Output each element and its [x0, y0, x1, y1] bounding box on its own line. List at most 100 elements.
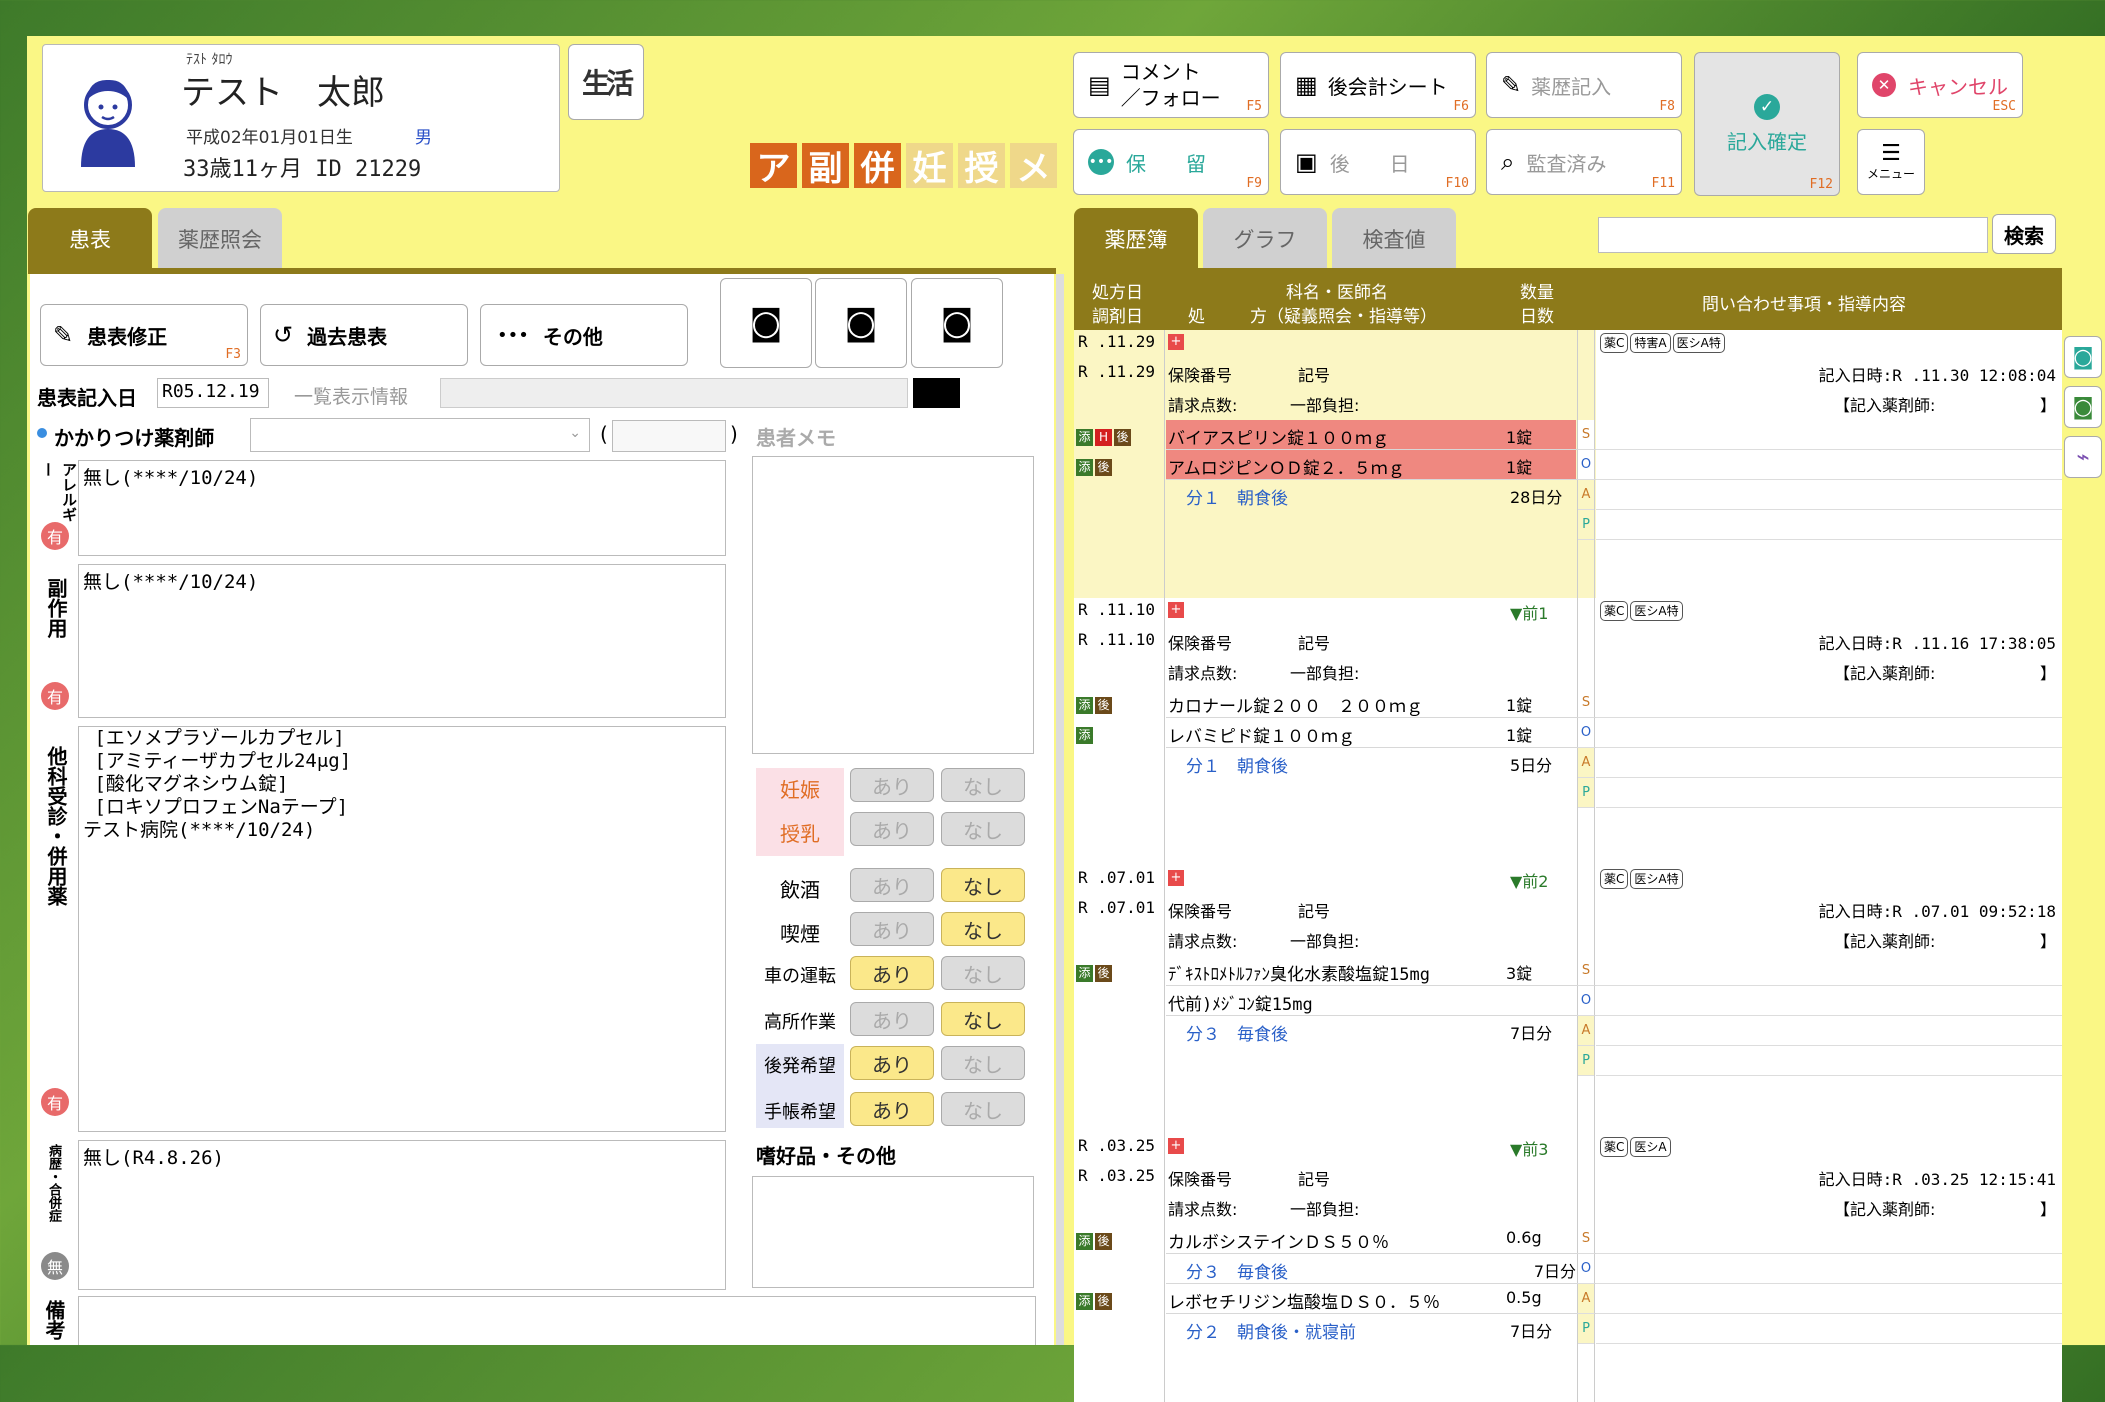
soap-label-p[interactable]: P — [1578, 1314, 1594, 1344]
soap-label-p[interactable]: P — [1578, 510, 1594, 540]
pregnancy-yes[interactable]: あり — [850, 768, 934, 802]
side-effect-flag-badge[interactable]: 有 — [41, 682, 69, 710]
drug-name[interactable]: カルボシステインＤＳ５０％ — [1168, 1228, 1389, 1253]
height-work-yes[interactable]: あり — [850, 1002, 934, 1036]
notebook-wish-no[interactable]: なし — [941, 1092, 1025, 1126]
drug-name[interactable]: 代前)ﾒｼﾞｺﾝ錠15mg — [1168, 990, 1313, 1015]
record-date-field[interactable]: R05.12.19 — [157, 378, 269, 408]
pharmacist-sub-field[interactable] — [612, 420, 726, 452]
cancel-button[interactable]: ✕ キャンセル ESC — [1857, 52, 2023, 118]
flag-side-effect[interactable]: 副 — [802, 143, 849, 189]
plus-icon[interactable]: + — [1168, 1138, 1184, 1154]
history-entry-button[interactable]: ✎ 薬歴記入 F8 — [1486, 52, 1682, 118]
audited-button[interactable]: ⌕ 監査済み F11 — [1486, 129, 1682, 195]
soap-label-o[interactable]: O — [1578, 450, 1594, 480]
note-badge[interactable]: 特害A — [1630, 333, 1671, 353]
note-badge[interactable]: 薬C — [1600, 333, 1629, 353]
history-flag-badge[interactable]: 無 — [41, 1252, 69, 1280]
history-text[interactable]: 無し(R4.8.26) — [78, 1140, 726, 1290]
menu-button[interactable]: ☰ メニュー — [1857, 129, 1925, 195]
note-badge[interactable]: 薬C — [1600, 869, 1629, 889]
concomitant-flag-badge[interactable]: 有 — [41, 1088, 69, 1116]
tab-medication-history[interactable]: 薬歴簿 — [1074, 208, 1198, 270]
drug-name[interactable]: レボセチリジン塩酸塩ＤＳ０．５％ — [1168, 1288, 1440, 1313]
flag-lactation[interactable]: 授 — [958, 143, 1005, 189]
camera-button-2[interactable]: ◙ — [815, 278, 907, 368]
driving-yes[interactable]: あり — [850, 956, 934, 990]
generic-wish-no[interactable]: なし — [941, 1046, 1025, 1080]
soap-label-s[interactable]: S — [1578, 688, 1594, 718]
smoking-yes[interactable]: あり — [850, 912, 934, 946]
soap-label-p[interactable]: P — [1578, 1046, 1594, 1076]
ledger-sheet-button[interactable]: ▦ 後会計シート F6 — [1280, 52, 1476, 118]
record-block[interactable]: R .07.01 R .07.01 + ▼前2 保険番号 記号 請求点数: 一部負担: 薬C 医シ… — [1074, 866, 2062, 1134]
camera-button-3[interactable]: ◙ — [911, 278, 1003, 368]
soap-label-o[interactable]: O — [1578, 986, 1594, 1016]
note-badge[interactable]: 医シA特 — [1672, 333, 1725, 353]
tab-lab-values[interactable]: 検査値 — [1332, 208, 1456, 270]
drinking-no[interactable]: なし — [941, 868, 1025, 902]
soap-label-a[interactable]: A — [1578, 480, 1594, 510]
soap-label-p[interactable]: P — [1578, 778, 1594, 808]
allergy-flag-badge[interactable]: 有 — [41, 522, 69, 550]
smoking-no[interactable]: なし — [941, 912, 1025, 946]
camera-side-icon[interactable]: ◙ — [2064, 336, 2102, 378]
record-block[interactable]: R .11.29 R .11.29 + 保険番号 記号 請求点数: 一部負担: 薬C 特害A 医シ… — [1074, 330, 2062, 598]
flag-allergy[interactable]: ア — [750, 143, 797, 189]
photo-side-icon[interactable]: ◙ — [2064, 386, 2102, 428]
lifestyle-icon[interactable]: 生活 — [568, 44, 644, 120]
soap-label-s[interactable]: S — [1578, 1224, 1594, 1254]
soap-label-o[interactable]: O — [1578, 718, 1594, 748]
drinking-yes[interactable]: あり — [850, 868, 934, 902]
notebook-wish-yes[interactable]: あり — [850, 1092, 934, 1126]
tab-graph[interactable]: グラフ — [1203, 208, 1327, 270]
generic-wish-yes[interactable]: あり — [850, 1046, 934, 1080]
soap-label-a[interactable]: A — [1578, 1016, 1594, 1046]
lactation-no[interactable]: なし — [941, 812, 1025, 846]
hold-button[interactable]: ••• 保 留 F9 — [1073, 129, 1269, 195]
height-work-no[interactable]: なし — [941, 1002, 1025, 1036]
note-badge[interactable]: 薬C — [1600, 1137, 1629, 1157]
pregnancy-no[interactable]: なし — [941, 768, 1025, 802]
plus-icon[interactable]: + — [1168, 870, 1184, 886]
record-block[interactable]: R .11.10 R .11.10 + ▼前1 保険番号 記号 請求点数: 一部負担: 薬C 医シ… — [1074, 598, 2062, 866]
comment-follow-button[interactable]: ▤ コメント ／フォロー F5 — [1073, 52, 1269, 118]
drug-name[interactable]: カロナール錠２００ ２００ｍｇ — [1168, 692, 1423, 717]
flag-concomitant[interactable]: 併 — [854, 143, 901, 189]
remarks-box[interactable] — [78, 1296, 1036, 1345]
confirm-entry-button[interactable]: ✓ 記入確定 F12 — [1694, 52, 1840, 196]
soap-label-a[interactable]: A — [1578, 748, 1594, 778]
other-button[interactable]: ••• その他 — [480, 304, 688, 366]
drug-name[interactable]: アムロジピンＯＤ錠２．５ｍｇ — [1168, 454, 1405, 479]
side-effect-text[interactable]: 無し(****/10/24) — [78, 564, 726, 718]
patient-memo-box[interactable] — [752, 456, 1034, 754]
record-block[interactable]: R .03.25 R .03.25 + ▼前3 保険番号 記号 請求点数: 一部負担: 薬C 医シ… — [1074, 1134, 2062, 1402]
tab-patient-record[interactable]: 患表 — [28, 208, 152, 270]
plus-icon[interactable]: + — [1168, 602, 1184, 618]
tab-history-lookup[interactable]: 薬歴照会 — [158, 208, 282, 270]
note-badge[interactable]: 医シA特 — [1630, 869, 1683, 889]
allergy-text[interactable]: 無し(****/10/24) — [78, 460, 726, 556]
hobby-box[interactable] — [752, 1176, 1034, 1288]
color-swatch[interactable] — [913, 378, 960, 408]
search-button[interactable]: 検索 — [1992, 214, 2056, 254]
search-input[interactable] — [1598, 217, 1988, 253]
flag-pregnancy[interactable]: 妊 — [906, 143, 953, 189]
lactation-yes[interactable]: あり — [850, 812, 934, 846]
concomitant-text[interactable]: [エソメプラゾールカプセル] [アミティーザカプセル24μg] [酸化マグネシウ… — [78, 726, 726, 1132]
note-badge[interactable]: 医シA — [1630, 1137, 1671, 1157]
pharmacist-select[interactable]: ⌄ — [250, 418, 590, 452]
flag-memo[interactable]: メ — [1010, 143, 1057, 189]
drug-name[interactable]: レバミピド錠１００ｍｇ — [1168, 722, 1355, 747]
plus-icon[interactable]: + — [1168, 334, 1184, 350]
soap-label-s[interactable]: S — [1578, 956, 1594, 986]
past-record-button[interactable]: ↺ 過去患表 — [260, 304, 468, 366]
drug-name[interactable]: バイアスピリン錠１００ｍｇ — [1168, 424, 1389, 449]
left-scrollbar[interactable] — [1056, 274, 1064, 1345]
driving-no[interactable]: なし — [941, 956, 1025, 990]
note-badge[interactable]: 薬C — [1600, 601, 1629, 621]
soap-label-a[interactable]: A — [1578, 1284, 1594, 1314]
soap-label-s[interactable]: S — [1578, 420, 1594, 450]
later-button[interactable]: ▣ 後 日 F10 — [1280, 129, 1476, 195]
camera-button-1[interactable]: ◙ — [720, 278, 812, 368]
